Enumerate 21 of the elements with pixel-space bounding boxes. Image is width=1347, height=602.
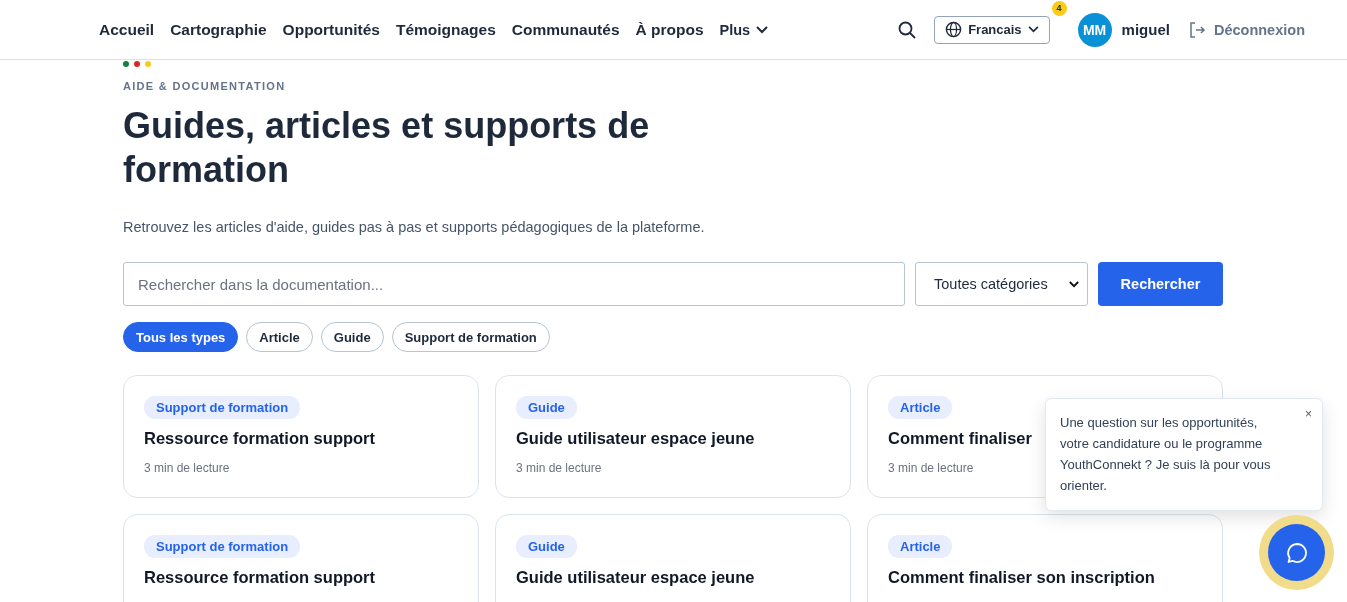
read-time: 3 min de lecture — [516, 461, 602, 475]
card-title: Guide utilisateur espace jeune — [516, 429, 755, 448]
type-tag: Support de formation — [144, 396, 301, 419]
type-tag: Guide — [516, 535, 577, 558]
type-tag: Support de formation — [144, 535, 301, 558]
card-title: Comment finaliser son inscription — [888, 568, 1155, 587]
chat-message: Une question sur les opportunités, votre candidature ou le programme YouthConnekt ? Je suis là pour vous orienter. — [1060, 414, 1272, 495]
read-time: 3 min de lecture — [888, 461, 974, 475]
type-tag: Article — [888, 396, 953, 419]
card-title: Guide utilisateur espace jeune — [516, 568, 755, 587]
card-title: Ressource formation support — [144, 568, 376, 587]
page-subtitle: Retrouvez les articles d'aide, guides pas à pas et supports pédagogiques de la plateforme. — [123, 219, 706, 235]
type-tag: Guide — [516, 396, 577, 419]
card-title: Ressource formation support — [144, 429, 376, 448]
username: miguel — [1121, 21, 1170, 38]
type-tag: Article — [888, 535, 953, 558]
card-title: Comment finaliser — [888, 429, 1032, 448]
read-time: 3 min de lecture — [144, 461, 230, 475]
section-eyebrow: AIDE & DOCUMENTATION — [123, 80, 287, 92]
page-title: Guides, articles et supports de formation — [123, 104, 651, 192]
notification-badge: 4 — [1051, 0, 1067, 16]
